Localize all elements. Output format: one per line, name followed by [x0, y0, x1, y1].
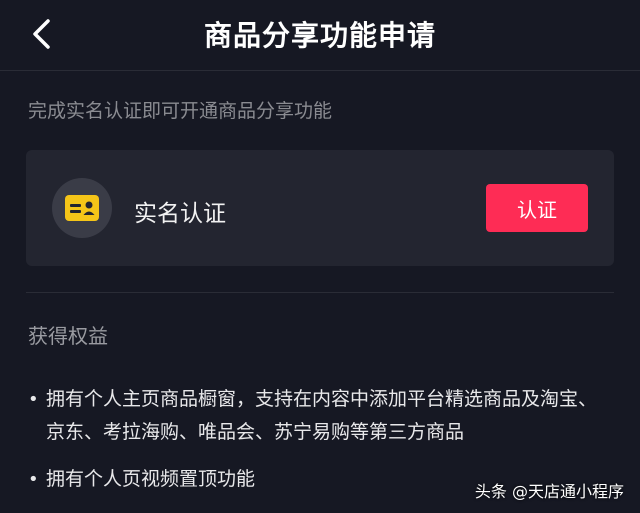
verify-button[interactable]: 认证 — [486, 184, 588, 232]
real-name-verification-label: 实名认证 — [134, 201, 226, 227]
intro-text: 完成实名认证即可开通商品分享功能 — [28, 100, 333, 122]
page-title: 商品分享功能申请 — [203, 19, 436, 52]
verification-card: 实名认证 认证 — [26, 150, 614, 266]
benefit-text: 拥有个人页视频置顶功能 — [46, 468, 256, 490]
id-card-icon-badge — [52, 178, 112, 238]
id-card-icon — [65, 195, 99, 221]
bullet: • — [28, 469, 39, 490]
bullet: • — [28, 389, 39, 410]
benefits-title: 获得权益 — [28, 324, 108, 348]
watermark: 头条 @天店通小程序 — [474, 482, 624, 501]
benefit-text: 拥有个人主页商品橱窗，支持在内容中添加平台精选商品及淘宝、京东、考拉海购、唯品会… — [46, 388, 598, 443]
top-bar: 商品分享功能申请 — [0, 0, 640, 71]
divider — [26, 292, 614, 293]
benefit-item: • 拥有个人主页商品橱窗，支持在内容中添加平台精选商品及淘宝、京东、考拉海购、唯… — [28, 383, 608, 449]
